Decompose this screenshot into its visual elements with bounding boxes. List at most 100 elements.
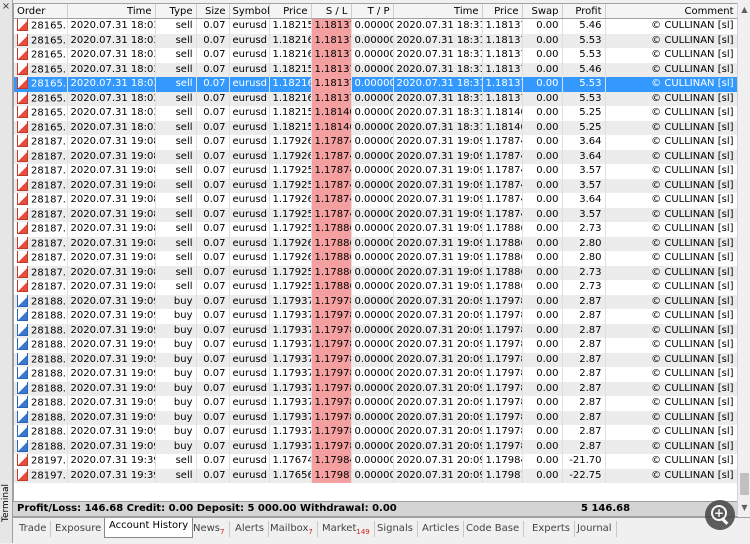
header-row: Order Time Type Size Symbol Price S / L …: [14, 4, 738, 19]
cell-close-price: 1.17886: [482, 251, 523, 266]
col-header-type[interactable]: Type: [155, 4, 197, 19]
tab-label: Exposure: [55, 523, 102, 534]
cell-text: 1.17886: [314, 252, 351, 264]
table-row[interactable]: 28165... 2020.07.31 18:03:14 sell 0.07 eurus…: [14, 106, 738, 121]
tab-signals[interactable]: Signals: [373, 521, 418, 537]
scroll-thumb[interactable]: [740, 473, 749, 495]
cell-text: 0.00000: [354, 49, 393, 61]
table-row[interactable]: 28165... 2020.07.31 18:03:14 sell 0.07 eurus…: [14, 18, 738, 34]
tab-news[interactable]: News7: [189, 521, 230, 537]
cell-text: 2020.07.31 20:09:16: [396, 382, 482, 394]
table-row[interactable]: 28187... 2020.07.31 19:08:33 sell 0.07 eurus…: [14, 222, 738, 237]
table-row[interactable]: 28187... 2020.07.31 19:08:33 sell 0.07 eurus…: [14, 265, 738, 280]
col-header-size[interactable]: Size: [196, 4, 230, 19]
cell-text: 0.07: [203, 281, 226, 293]
table-row[interactable]: 28188... 2020.07.31 19:09:37 buy 0.07 eurusd…: [14, 425, 738, 440]
sell-order-icon: [17, 149, 28, 162]
cell-text: 2020.07.31 19:09:17: [396, 194, 482, 206]
cell-type: sell: [155, 236, 197, 251]
table-row[interactable]: 28187... 2020.07.31 19:08:33 sell 0.07 eurus…: [14, 149, 738, 164]
zoom-icon[interactable]: +: [705, 500, 735, 530]
tab-market[interactable]: Market149: [318, 521, 375, 537]
tab-journal[interactable]: Journal: [573, 521, 617, 537]
cell-size: 0.07: [196, 18, 230, 34]
buy-order-icon: [17, 381, 28, 394]
col-header-sl[interactable]: S / L: [311, 4, 352, 19]
cell-text: 0.00000: [354, 179, 393, 191]
col-header-tp[interactable]: T / P: [351, 4, 394, 19]
scroll-up-icon[interactable]: ▲: [739, 4, 750, 16]
table-row[interactable]: 28187... 2020.07.31 19:08:33 sell 0.07 eurus…: [14, 164, 738, 179]
vertical-scrollbar[interactable]: ▲ ▼: [737, 3, 750, 515]
cell-time: 2020.07.31 19:09:37: [67, 323, 156, 338]
cell-text: 2020.07.31 18:03:14: [70, 49, 155, 61]
tab-alerts[interactable]: Alerts: [231, 521, 270, 537]
scroll-down-icon[interactable]: ▼: [739, 502, 750, 514]
table-row[interactable]: 28188... 2020.07.31 19:09:37 buy 0.07 eurusd…: [14, 367, 738, 382]
cell-text: buy: [173, 397, 193, 409]
cell-text: 1.17978: [314, 339, 351, 351]
cell-text: eurusd: [232, 92, 268, 104]
table-row[interactable]: 28188... 2020.07.31 19:09:37 buy 0.07 eurusd…: [14, 294, 738, 309]
col-header-symbol[interactable]: Symbol: [229, 4, 270, 19]
cell-close-time: 2020.07.31 20:09:40: [393, 468, 483, 483]
history-table: Order Time Type Size Symbol Price S / L …: [14, 4, 738, 483]
table-row[interactable]: 28197... 2020.07.31 19:39:26 sell 0.07 eurus…: [14, 454, 738, 469]
table-row[interactable]: 28188... 2020.07.31 19:09:37 buy 0.07 eurusd…: [14, 381, 738, 396]
close-icon[interactable]: ×: [1, 2, 11, 12]
cell-text: 1.17874: [314, 179, 351, 191]
table-row[interactable]: 28197... 2020.07.31 19:39:27 sell 0.07 eurus…: [14, 468, 738, 483]
cell-text: 1.17937: [272, 339, 311, 351]
col-header-close-time[interactable]: Time: [393, 4, 483, 19]
cell-text: 0.07: [203, 382, 226, 394]
table-row[interactable]: 28187... 2020.07.31 19:08:33 sell 0.07 eurus…: [14, 236, 738, 251]
table-row[interactable]: 28165... 2020.07.31 18:03:14 sell 0.07 eurus…: [14, 33, 738, 48]
tab-account-history[interactable]: Account History: [104, 518, 194, 538]
col-header-price[interactable]: Price: [269, 4, 312, 19]
cell-close-time: 2020.07.31 18:31:28: [393, 18, 483, 34]
tab-mailbox[interactable]: Mailbox7: [266, 521, 318, 537]
table-row[interactable]: 28188... 2020.07.31 19:09:37 buy 0.07 eurusd…: [14, 309, 738, 324]
cell-text: 0.07: [203, 411, 226, 423]
col-header-comment[interactable]: Comment: [605, 4, 738, 19]
col-header-profit[interactable]: Profit: [562, 4, 606, 19]
table-row[interactable]: 28188... 2020.07.31 19:09:37 buy 0.07 eurusd…: [14, 439, 738, 454]
table-row[interactable]: 28188... 2020.07.31 19:09:37 buy 0.07 eurusd…: [14, 396, 738, 411]
cell-text: 1.17674: [272, 455, 311, 467]
cell-text: sell: [175, 179, 193, 191]
tab-label: Trade: [19, 523, 47, 534]
tab-experts[interactable]: Experts: [528, 521, 575, 537]
cell-price: 1.17937: [269, 294, 312, 309]
table-row[interactable]: 28187... 2020.07.31 19:08:33 sell 0.07 eurus…: [14, 193, 738, 208]
cell-symbol: eurusd: [229, 48, 270, 63]
table-row[interactable]: 28187... 2020.07.31 19:08:33 sell 0.07 eurus…: [14, 135, 738, 150]
cell-text: 0.07: [203, 440, 226, 452]
cell-text: 2020.07.31 19:09:37: [70, 440, 155, 452]
table-row[interactable]: 28187... 2020.07.31 19:08:33 sell 0.07 eurus…: [14, 280, 738, 295]
table-row[interactable]: 28187... 2020.07.31 19:08:33 sell 0.07 eurus…: [14, 251, 738, 266]
table-row[interactable]: 28165... 2020.07.31 18:03:14 sell 0.07 eurus…: [14, 120, 738, 135]
tab-articles[interactable]: Articles: [418, 521, 465, 537]
table-row[interactable]: 28188... 2020.07.31 19:09:37 buy 0.07 eurusd…: [14, 338, 738, 353]
table-row[interactable]: 28165... 2020.07.31 18:03:14 sell 0.07 eurus…: [14, 77, 738, 92]
table-row[interactable]: 28165... 2020.07.31 18:03:14 sell 0.07 eurus…: [14, 91, 738, 106]
col-header-close-price[interactable]: Price: [482, 4, 523, 19]
table-row[interactable]: 28188... 2020.07.31 19:09:37 buy 0.07 eurusd…: [14, 410, 738, 425]
tab-code-base[interactable]: Code Base: [462, 521, 525, 537]
table-row[interactable]: 28187... 2020.07.31 19:08:33 sell 0.07 eurus…: [14, 207, 738, 222]
tab-trade[interactable]: Trade: [15, 521, 52, 537]
col-header-time[interactable]: Time: [67, 4, 156, 19]
table-row[interactable]: 28188... 2020.07.31 19:09:37 buy 0.07 eurusd…: [14, 352, 738, 367]
table-row[interactable]: 28165... 2020.07.31 18:03:14 sell 0.07 eurus…: [14, 48, 738, 63]
cell-text: 0.07: [203, 266, 226, 278]
cell-text: buy: [173, 411, 193, 423]
col-header-order[interactable]: Order: [14, 4, 68, 19]
cell-profit: 5.46: [562, 18, 606, 34]
table-row[interactable]: 28188... 2020.07.31 19:09:37 buy 0.07 eurusd…: [14, 323, 738, 338]
table-row[interactable]: 28165... 2020.07.31 18:03:14 sell 0.07 eurus…: [14, 62, 738, 77]
tab-exposure[interactable]: Exposure: [51, 521, 107, 537]
cell-symbol: eurusd: [229, 439, 270, 454]
col-header-swap[interactable]: Swap: [522, 4, 563, 19]
table-row[interactable]: 28187... 2020.07.31 19:08:33 sell 0.07 eurus…: [14, 178, 738, 193]
cell-comment: © CULLINAN [sl]: [605, 251, 738, 266]
